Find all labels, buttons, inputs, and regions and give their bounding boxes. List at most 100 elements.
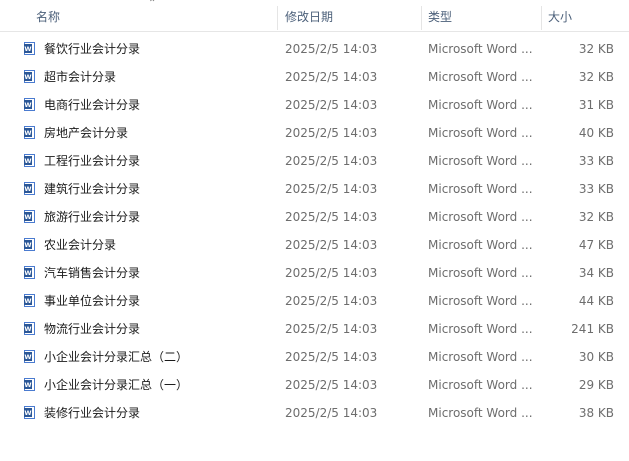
file-row[interactable]: W 超市会计分录 2025/2/5 14:03 Microsoft Word ... 3…	[0, 63, 629, 91]
file-type: Microsoft Word ...	[428, 322, 533, 336]
file-name: 建筑行业会计分录	[44, 182, 141, 196]
svg-text:W: W	[24, 409, 31, 417]
file-type: Microsoft Word ...	[428, 238, 533, 252]
word-document-icon: W	[24, 406, 35, 419]
svg-text:W: W	[24, 269, 31, 277]
file-type: Microsoft Word ...	[428, 182, 533, 196]
file-date-modified: 2025/2/5 14:03	[285, 266, 378, 280]
file-size: 30 KB	[578, 350, 614, 364]
column-header-size[interactable]: 大小	[548, 0, 618, 31]
file-size: 40 KB	[578, 126, 614, 140]
file-row[interactable]: W 物流行业会计分录 2025/2/5 14:03 Microsoft Word ..…	[0, 315, 629, 343]
file-size: 34 KB	[578, 266, 614, 280]
file-row[interactable]: W 房地产会计分录 2025/2/5 14:03 Microsoft Word ...…	[0, 119, 629, 147]
file-name: 超市会计分录	[44, 70, 117, 84]
file-row[interactable]: W 旅游行业会计分录 2025/2/5 14:03 Microsoft Word ..…	[0, 203, 629, 231]
svg-text:W: W	[24, 73, 31, 81]
file-type: Microsoft Word ...	[428, 126, 533, 140]
word-document-icon: W	[24, 294, 35, 307]
file-name: 农业会计分录	[44, 238, 117, 252]
file-explorer-list-view: ⌃ 名称 修改日期 类型 大小 W 餐饮行业会计分录 2025/2/5 14:03 M…	[0, 0, 629, 461]
file-type: Microsoft Word ...	[428, 70, 533, 84]
file-date-modified: 2025/2/5 14:03	[285, 350, 378, 364]
svg-text:W: W	[24, 325, 31, 333]
word-document-icon: W	[24, 126, 35, 139]
file-row[interactable]: W 小企业会计分录汇总（一） 2025/2/5 14:03 Microsoft Wor…	[0, 371, 629, 399]
column-header-name[interactable]: 名称	[36, 0, 276, 31]
file-type: Microsoft Word ...	[428, 406, 533, 420]
file-type: Microsoft Word ...	[428, 154, 533, 168]
file-size: 32 KB	[578, 210, 614, 224]
svg-text:W: W	[24, 129, 31, 137]
file-date-modified: 2025/2/5 14:03	[285, 238, 378, 252]
file-row[interactable]: W 汽车销售会计分录 2025/2/5 14:03 Microsoft Word ..…	[0, 259, 629, 287]
file-date-modified: 2025/2/5 14:03	[285, 126, 378, 140]
column-divider[interactable]	[277, 6, 278, 30]
file-name: 汽车销售会计分录	[44, 266, 141, 280]
file-row[interactable]: W 电商行业会计分录 2025/2/5 14:03 Microsoft Word ..…	[0, 91, 629, 119]
file-name: 装修行业会计分录	[44, 406, 141, 420]
column-header-date-modified[interactable]: 修改日期	[285, 0, 421, 31]
column-header-row: ⌃ 名称 修改日期 类型 大小	[0, 0, 629, 32]
word-document-icon: W	[24, 70, 35, 83]
word-document-icon: W	[24, 98, 35, 111]
file-row[interactable]: W 工程行业会计分录 2025/2/5 14:03 Microsoft Word ..…	[0, 147, 629, 175]
file-row[interactable]: W 建筑行业会计分录 2025/2/5 14:03 Microsoft Word ..…	[0, 175, 629, 203]
file-size: 29 KB	[578, 378, 614, 392]
svg-text:W: W	[24, 45, 31, 53]
file-row[interactable]: W 装修行业会计分录 2025/2/5 14:03 Microsoft Word ..…	[0, 399, 629, 427]
file-date-modified: 2025/2/5 14:03	[285, 210, 378, 224]
file-date-modified: 2025/2/5 14:03	[285, 42, 378, 56]
file-list: W 餐饮行业会计分录 2025/2/5 14:03 Microsoft Word ..…	[0, 35, 629, 427]
file-size: 31 KB	[578, 98, 614, 112]
column-divider[interactable]	[421, 6, 422, 30]
file-size: 47 KB	[578, 238, 614, 252]
word-document-icon: W	[24, 210, 35, 223]
file-type: Microsoft Word ...	[428, 378, 533, 392]
svg-text:W: W	[24, 353, 31, 361]
file-size: 32 KB	[578, 42, 614, 56]
svg-text:W: W	[24, 297, 31, 305]
file-row[interactable]: W 餐饮行业会计分录 2025/2/5 14:03 Microsoft Word ..…	[0, 35, 629, 63]
file-type: Microsoft Word ...	[428, 350, 533, 364]
file-row[interactable]: W 小企业会计分录汇总（二） 2025/2/5 14:03 Microsoft Wor…	[0, 343, 629, 371]
file-name: 房地产会计分录	[44, 126, 129, 140]
file-date-modified: 2025/2/5 14:03	[285, 182, 378, 196]
file-type: Microsoft Word ...	[428, 98, 533, 112]
file-type: Microsoft Word ...	[428, 294, 533, 308]
column-divider[interactable]	[541, 6, 542, 30]
file-name: 事业单位会计分录	[44, 294, 141, 308]
file-size: 44 KB	[578, 294, 614, 308]
svg-text:W: W	[24, 213, 31, 221]
file-size: 32 KB	[578, 70, 614, 84]
file-row[interactable]: W 事业单位会计分录 2025/2/5 14:03 Microsoft Word ..…	[0, 287, 629, 315]
file-name: 小企业会计分录汇总（一）	[44, 378, 189, 392]
file-size: 241 KB	[571, 322, 614, 336]
file-row[interactable]: W 农业会计分录 2025/2/5 14:03 Microsoft Word ... 4…	[0, 231, 629, 259]
file-type: Microsoft Word ...	[428, 42, 533, 56]
file-date-modified: 2025/2/5 14:03	[285, 70, 378, 84]
file-name: 电商行业会计分录	[44, 98, 141, 112]
word-document-icon: W	[24, 322, 35, 335]
word-document-icon: W	[24, 266, 35, 279]
file-name: 餐饮行业会计分录	[44, 42, 141, 56]
file-size: 33 KB	[578, 154, 614, 168]
svg-text:W: W	[24, 101, 31, 109]
file-date-modified: 2025/2/5 14:03	[285, 98, 378, 112]
file-name: 旅游行业会计分录	[44, 210, 141, 224]
svg-text:W: W	[24, 241, 31, 249]
column-header-type[interactable]: 类型	[428, 0, 540, 31]
svg-text:W: W	[24, 157, 31, 165]
word-document-icon: W	[24, 182, 35, 195]
file-name: 工程行业会计分录	[44, 154, 141, 168]
word-document-icon: W	[24, 154, 35, 167]
file-date-modified: 2025/2/5 14:03	[285, 406, 378, 420]
file-date-modified: 2025/2/5 14:03	[285, 378, 378, 392]
svg-text:W: W	[24, 381, 31, 389]
word-document-icon: W	[24, 378, 35, 391]
svg-text:W: W	[24, 185, 31, 193]
file-size: 38 KB	[578, 406, 614, 420]
word-document-icon: W	[24, 238, 35, 251]
file-date-modified: 2025/2/5 14:03	[285, 294, 378, 308]
word-document-icon: W	[24, 42, 35, 55]
